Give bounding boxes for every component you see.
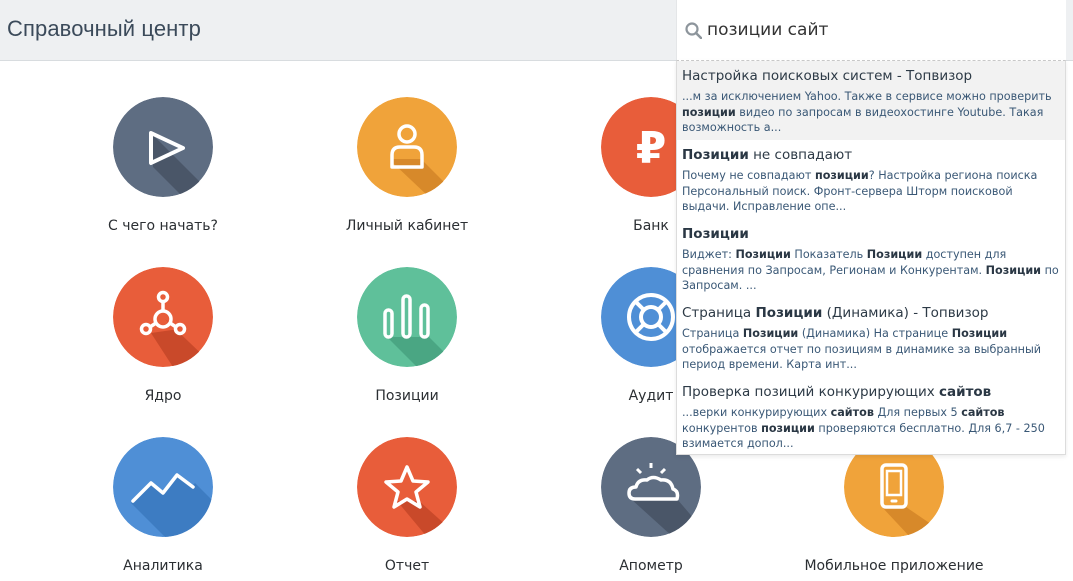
tile-label: Личный кабинет xyxy=(345,218,469,234)
tile-circle xyxy=(113,97,213,197)
tile-label: Отчет xyxy=(384,558,430,574)
highlight-term: Позиции xyxy=(951,327,1008,340)
highlight-term: позиции xyxy=(814,169,869,182)
user-icon xyxy=(357,97,457,197)
result-snippet: Почему не совпадают позиции? Настройка р… xyxy=(682,169,1038,213)
search-box[interactable] xyxy=(676,0,1066,61)
play-icon xyxy=(113,97,213,197)
search-result-item[interactable]: Позиции не совпадают Почему не совпадают… xyxy=(677,140,1065,219)
highlight-term: сайтов xyxy=(961,406,1005,419)
highlight-term: Позиции xyxy=(755,305,823,321)
result-title: Страница Позиции (Динамика) - Топвизор xyxy=(682,305,989,321)
highlight-term: Позиции xyxy=(682,147,749,163)
page-title: Справочный центр xyxy=(7,16,201,41)
tile-circle xyxy=(357,437,457,537)
highlight-term: позиции xyxy=(682,105,736,119)
bars-icon xyxy=(357,267,457,367)
tile-label: Мобильное приложение xyxy=(804,558,984,574)
search-input[interactable] xyxy=(707,16,1047,44)
tile-circle xyxy=(113,267,213,367)
search-result-item[interactable]: Проверка позиций конкурирующих сайтов ..… xyxy=(677,377,1065,456)
star-icon xyxy=(357,437,457,537)
search-result-item[interactable]: Настройка поисковых систем - Топвизор ..… xyxy=(677,61,1065,140)
result-title: Настройка поисковых систем - Топвизор xyxy=(682,68,973,84)
highlight-term: Позиции xyxy=(985,263,1042,277)
trend-icon xyxy=(113,437,213,537)
highlight-term: Позиции xyxy=(682,226,749,242)
tile-circle xyxy=(113,437,213,537)
tile-label: Позиции xyxy=(375,388,439,404)
tile-circle xyxy=(357,267,457,367)
result-title: Проверка позиций конкурирующих сайтов xyxy=(682,384,992,400)
tile-label: Апометр xyxy=(619,558,683,574)
search-result-item[interactable]: Страница Позиции (Динамика) - Топвизор С… xyxy=(677,298,1065,377)
tile-label: С чего начать? xyxy=(108,218,218,234)
result-snippet: ...м за исключением Yahoo. Также в серви… xyxy=(682,90,1052,134)
search-icon xyxy=(685,22,702,39)
svg-text:₽: ₽ xyxy=(636,123,667,174)
search-result-item[interactable]: Позиции Виджет: Позиции Показатель Позиц… xyxy=(677,219,1065,298)
result-snippet: Страница Позиции (Динамика) На странице … xyxy=(682,327,1042,371)
highlight-term: Позиции xyxy=(742,327,799,340)
result-title: Позиции xyxy=(682,219,1060,243)
tile-circle xyxy=(357,97,457,197)
highlight-term: сайтов xyxy=(939,384,992,400)
highlight-term: позиции xyxy=(761,421,815,435)
tile-label: Ядро xyxy=(144,388,182,404)
highlight-term: сайтов xyxy=(830,406,874,419)
result-snippet: Виджет: Позиции Показатель Позиции досту… xyxy=(682,248,1059,292)
highlight-term: Позиции xyxy=(735,248,791,261)
tile-label: Аналитика xyxy=(123,558,203,574)
highlight-term: Позиции xyxy=(866,248,923,261)
search-results-dropdown: Настройка поисковых систем - Топвизор ..… xyxy=(676,60,1066,455)
result-title: Позиции не совпадают xyxy=(682,147,853,163)
result-snippet: ...верки конкурирующих сайтов Для первых… xyxy=(682,406,1045,450)
molecule-icon xyxy=(113,267,213,367)
